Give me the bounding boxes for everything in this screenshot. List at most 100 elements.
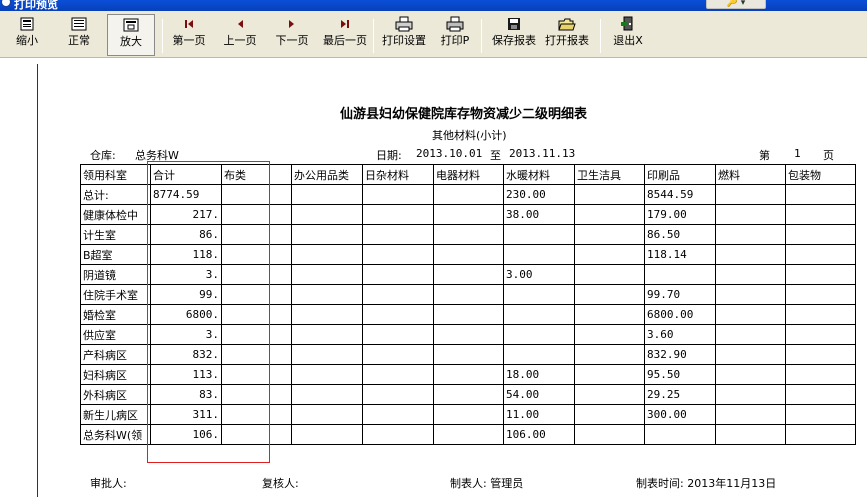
table-cell <box>362 304 434 325</box>
table-cell <box>221 364 292 385</box>
zoom-out-label: 缩小 <box>16 34 38 47</box>
table-cell <box>362 384 434 405</box>
table-cell <box>433 204 504 225</box>
warehouse-label: 仓库: <box>90 149 116 162</box>
report-subtitle: 其他材料(小计) <box>432 129 507 142</box>
table-cell: 832. <box>150 344 222 365</box>
table-cell <box>362 364 434 385</box>
print-setup-button[interactable]: 打印设置 <box>380 14 428 56</box>
table-cell <box>221 404 292 425</box>
table-cell <box>221 184 292 205</box>
window-title: 打印预览 <box>14 0 58 11</box>
table-cell <box>291 364 363 385</box>
table-row: 总计: 8774.59 230.00 8544.59 <box>80 184 856 205</box>
column-header: 布类 <box>221 164 292 185</box>
table-cell: 18.00 <box>503 364 575 385</box>
print-button[interactable]: 打印P <box>438 14 472 56</box>
save-report-button[interactable]: 保存报表 <box>490 14 538 56</box>
table-cell <box>291 284 363 305</box>
table-cell <box>221 324 292 345</box>
table-cell <box>574 244 645 265</box>
table-cell <box>715 404 786 425</box>
prev-arrow-icon <box>234 14 246 34</box>
table-cell: 230.00 <box>503 184 575 205</box>
table-cell <box>644 424 716 445</box>
column-header: 日杂材料 <box>362 164 434 185</box>
made-time-label: 制表时间: 2013年11月13日 <box>636 477 777 490</box>
table-cell: 6800. <box>150 304 222 325</box>
table-cell <box>433 324 504 345</box>
table-cell <box>221 224 292 245</box>
table-cell <box>715 224 786 245</box>
table-cell <box>715 204 786 225</box>
column-header: 电器材料 <box>433 164 504 185</box>
table-cell <box>221 284 292 305</box>
first-page-label: 第一页 <box>172 34 206 47</box>
table-cell <box>574 424 645 445</box>
reviewer-label: 复核人: <box>262 477 299 490</box>
exit-door-icon <box>621 14 635 34</box>
normal-button[interactable]: 正常 <box>63 14 95 56</box>
department-cell: 外科病区 <box>80 384 151 405</box>
page-label-post: 页 <box>823 149 834 162</box>
table-cell <box>785 424 856 445</box>
table-cell: 54.00 <box>503 384 575 405</box>
zoom-in-button[interactable]: 放大 <box>107 14 155 56</box>
table-row: 健康体检中 217. 38.00 179.00 <box>80 204 856 225</box>
window-controls[interactable]: 🔑 ▾ <box>706 0 766 9</box>
table-cell <box>221 304 292 325</box>
table-cell <box>715 264 786 285</box>
table-cell: 106.00 <box>503 424 575 445</box>
table-cell <box>503 324 575 345</box>
printer-setup-icon <box>395 14 413 34</box>
table-cell: 95.50 <box>644 364 716 385</box>
table-header-row: 领用科室 合计 布类 办公用品类 日杂材料 电器材料 水暖材料 卫生洁具 印刷品 燃料 包装物 <box>80 164 856 185</box>
table-cell: 3.00 <box>503 264 575 285</box>
detail-table: 领用科室 合计 布类 办公用品类 日杂材料 电器材料 水暖材料 卫生洁具 印刷品 燃料 包装物 总计:… <box>80 164 856 445</box>
page-number: 1 <box>794 147 801 160</box>
department-cell: 新生儿病区 <box>80 404 151 425</box>
table-cell: 99. <box>150 284 222 305</box>
table-row: 阴道镜 3. 3.00 <box>80 264 856 285</box>
table-cell <box>433 344 504 365</box>
warehouse-value: 总务科W <box>135 149 179 162</box>
department-cell: 婚检室 <box>80 304 151 325</box>
toolbar: 缩小 正常 放大 第一页 上一页 下一页 最后一页 打印设置 打印P 保存报表 … <box>0 11 867 58</box>
next-page-button[interactable]: 下一页 <box>273 14 311 56</box>
table-cell <box>221 244 292 265</box>
app-icon <box>1 0 11 7</box>
table-cell <box>503 284 575 305</box>
exit-button[interactable]: 退出X <box>611 14 645 56</box>
table-cell <box>574 344 645 365</box>
table-cell <box>221 204 292 225</box>
open-report-button[interactable]: 打开报表 <box>543 14 591 56</box>
column-header: 水暖材料 <box>503 164 575 185</box>
table-cell <box>362 424 434 445</box>
zoom-out-button[interactable]: 缩小 <box>12 14 42 56</box>
table-cell <box>433 404 504 425</box>
prev-page-button[interactable]: 上一页 <box>221 14 259 56</box>
table-cell <box>715 424 786 445</box>
first-page-button[interactable]: 第一页 <box>170 14 208 56</box>
table-cell: 832.90 <box>644 344 716 365</box>
table-cell <box>221 424 292 445</box>
column-header: 卫生洁具 <box>574 164 645 185</box>
table-cell <box>291 424 363 445</box>
table-cell: 300.00 <box>644 404 716 425</box>
table-cell <box>574 364 645 385</box>
normal-icon <box>71 14 87 34</box>
department-cell: 健康体检中 <box>80 204 151 225</box>
table-cell <box>433 364 504 385</box>
table-cell <box>574 224 645 245</box>
table-cell: 86.50 <box>644 224 716 245</box>
table-row: 产科病区 832. 832.90 <box>80 344 856 365</box>
last-page-button[interactable]: 最后一页 <box>320 14 370 56</box>
table-cell <box>433 264 504 285</box>
table-cell <box>785 404 856 425</box>
table-cell: 29.25 <box>644 384 716 405</box>
zoom-in-icon <box>123 15 139 35</box>
table-cell <box>503 344 575 365</box>
last-page-label: 最后一页 <box>323 34 367 47</box>
table-cell: 83. <box>150 384 222 405</box>
table-cell: 3. <box>150 264 222 285</box>
